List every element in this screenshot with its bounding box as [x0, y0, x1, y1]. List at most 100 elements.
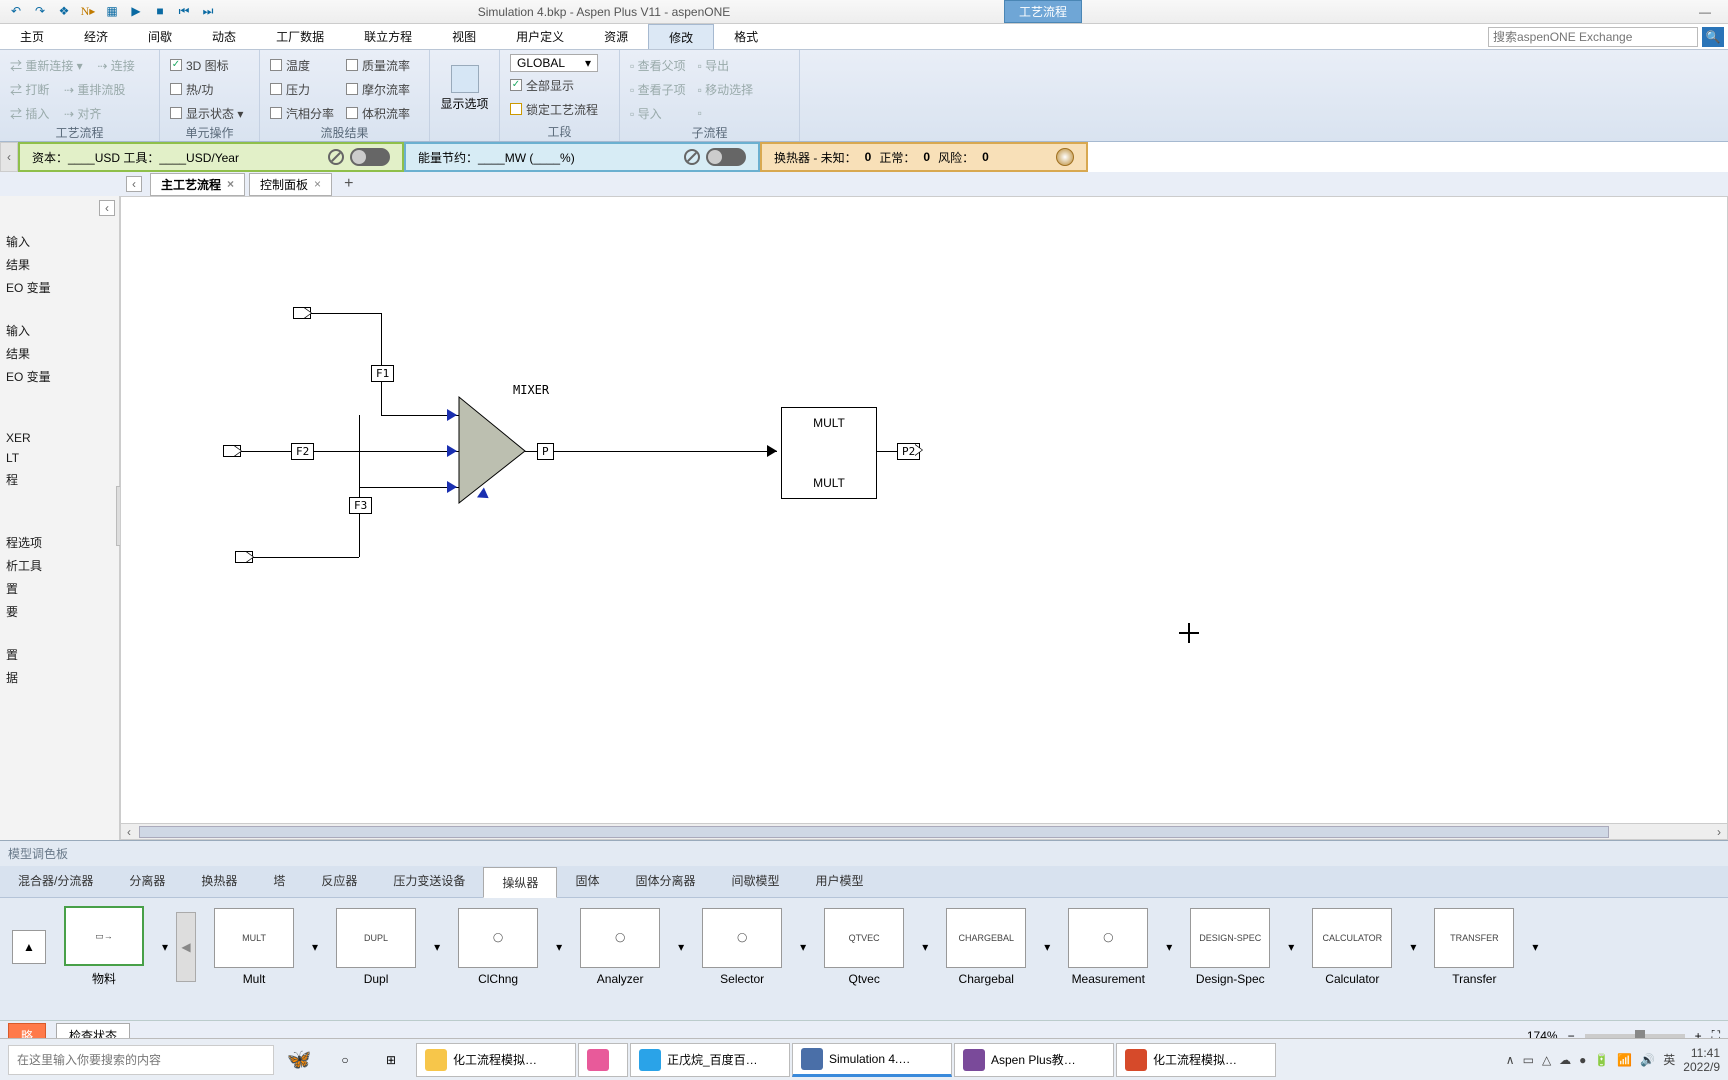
- ribbon-checkbox[interactable]: 汽相分率: [270, 102, 334, 124]
- dropdown-icon[interactable]: ▾: [434, 940, 440, 954]
- collapse-left-icon[interactable]: ‹: [0, 142, 18, 172]
- tray-icon[interactable]: 🔋: [1594, 1053, 1609, 1067]
- taskbar-clock[interactable]: 11:412022/9: [1683, 1046, 1720, 1074]
- taskbar-app[interactable]: 化工流程模拟…: [1116, 1043, 1276, 1077]
- taskbar-app[interactable]: Aspen Plus教…: [954, 1043, 1114, 1077]
- search-button[interactable]: 🔍: [1702, 27, 1724, 47]
- collapse-button[interactable]: ‹: [99, 200, 115, 216]
- collapse-tree-icon[interactable]: ‹: [126, 176, 142, 192]
- ribbon-item[interactable]: ▫ 移动选择: [698, 78, 754, 100]
- document-tab[interactable]: 控制面板×: [249, 173, 332, 196]
- stream-label-f3[interactable]: F3: [349, 497, 372, 514]
- close-icon[interactable]: ×: [314, 177, 321, 191]
- taskbar-app[interactable]: 化工流程模拟…: [416, 1043, 576, 1077]
- tree-item[interactable]: 要: [0, 600, 119, 623]
- system-tray[interactable]: ∧▭△☁●🔋📶🔊英11:412022/9: [1506, 1046, 1720, 1074]
- ribbon-item[interactable]: ▫: [698, 102, 754, 124]
- ribbon-item[interactable]: ⇄ 打断 ⇢ 重排流股: [10, 78, 135, 100]
- minimize-button[interactable]: —: [1682, 5, 1728, 19]
- tray-icon[interactable]: 英: [1663, 1051, 1675, 1068]
- stream-port-in2[interactable]: [223, 445, 241, 457]
- palette-item[interactable]: ◯Selector: [692, 908, 792, 986]
- play-icon[interactable]: ▶: [128, 4, 144, 20]
- taskbar-search[interactable]: 在这里输入你要搜索的内容: [8, 1045, 274, 1075]
- dropdown-icon[interactable]: ▾: [1166, 940, 1172, 954]
- tray-icon[interactable]: ▭: [1523, 1053, 1534, 1067]
- dropdown-icon[interactable]: ▾: [678, 940, 684, 954]
- palette-tab[interactable]: 混合器/分流器: [0, 866, 111, 897]
- ribbon-item[interactable]: ▫ 查看子项: [630, 78, 686, 100]
- dropdown-icon[interactable]: ▾: [922, 940, 928, 954]
- tray-icon[interactable]: ●: [1579, 1053, 1586, 1067]
- palette-tab[interactable]: 分离器: [111, 866, 183, 897]
- ribbon-item[interactable]: ▫ 导入: [630, 102, 686, 124]
- ribbon-item[interactable]: ⇄ 插入 ⇢ 对齐: [10, 102, 135, 124]
- cortana-icon[interactable]: 🦋: [278, 1043, 320, 1077]
- palette-item-material[interactable]: ▭→物料: [54, 906, 154, 987]
- show-all-checkbox[interactable]: 全部显示: [510, 74, 598, 96]
- dropdown-icon[interactable]: ▾: [162, 940, 168, 954]
- dropdown-icon[interactable]: ▾: [1044, 940, 1050, 954]
- stream-port-in1[interactable]: [293, 307, 311, 319]
- taskbar-app[interactable]: [578, 1043, 628, 1077]
- undo-icon[interactable]: ↶: [8, 4, 24, 20]
- taskbar-app[interactable]: Simulation 4.…: [792, 1043, 952, 1077]
- zoom-slider[interactable]: [1585, 1034, 1685, 1038]
- palette-item[interactable]: CHARGEBALChargebal: [936, 908, 1036, 986]
- tree-item[interactable]: LT: [0, 448, 119, 468]
- palette-item[interactable]: DESIGN-SPECDesign-Spec: [1180, 908, 1280, 986]
- tree-item[interactable]: 置: [0, 643, 119, 666]
- menu-tab-5[interactable]: 联立方程: [344, 24, 432, 49]
- palette-tab[interactable]: 固体分离器: [617, 866, 713, 897]
- dropdown-icon[interactable]: ▾: [1410, 940, 1416, 954]
- palette-tab[interactable]: 间歇模型: [713, 866, 797, 897]
- palette-item[interactable]: CALCULATORCalculator: [1302, 908, 1402, 986]
- menu-tab-2[interactable]: 间歇: [128, 24, 192, 49]
- palette-item[interactable]: TRANSFERTransfer: [1424, 908, 1524, 986]
- nav-icon[interactable]: N▸: [80, 4, 96, 20]
- close-icon[interactable]: ×: [227, 177, 234, 191]
- menu-tab-10[interactable]: 格式: [714, 24, 778, 49]
- tree-item[interactable]: 程选项: [0, 531, 119, 554]
- palette-item[interactable]: DUPLDupl: [326, 908, 426, 986]
- ribbon-item[interactable]: ▫ 导出: [698, 54, 754, 76]
- step-icon[interactable]: ⏭: [200, 4, 216, 20]
- palette-tab[interactable]: 换热器: [183, 866, 255, 897]
- stop-icon[interactable]: ■: [152, 4, 168, 20]
- scope-dropdown[interactable]: GLOBAL▾: [510, 54, 598, 72]
- palette-item[interactable]: ◯Analyzer: [570, 908, 670, 986]
- add-tab-button[interactable]: +: [336, 175, 361, 193]
- tree-item[interactable]: 输入: [0, 319, 119, 342]
- tree-item[interactable]: 程: [0, 468, 119, 491]
- tray-icon[interactable]: △: [1542, 1053, 1551, 1067]
- palette-tab[interactable]: 操纵器: [483, 867, 557, 898]
- palette-tab[interactable]: 压力变送设备: [375, 866, 483, 897]
- start-icon[interactable]: ○: [324, 1043, 366, 1077]
- palette-item[interactable]: MULTMult: [204, 908, 304, 986]
- run-icon[interactable]: ▦: [104, 4, 120, 20]
- ribbon-checkbox[interactable]: 压力: [270, 78, 334, 100]
- ribbon-checkbox[interactable]: 3D 图标: [170, 54, 243, 76]
- palette-tab[interactable]: 塔: [255, 866, 303, 897]
- search-input[interactable]: [1488, 27, 1698, 47]
- palette-item[interactable]: QTVECQtvec: [814, 908, 914, 986]
- tree-item[interactable]: 输入: [0, 230, 119, 253]
- lock-flowsheet-checkbox[interactable]: 锁定工艺流程: [510, 98, 598, 120]
- tree-item[interactable]: 结果: [0, 253, 119, 276]
- navigation-tree[interactable]: ‹ 输入结果EO 变量输入结果EO 变量XERLT程程选项析工具置要置据: [0, 196, 120, 840]
- ribbon-checkbox[interactable]: 热/功: [170, 78, 243, 100]
- tree-item[interactable]: 析工具: [0, 554, 119, 577]
- ribbon-checkbox[interactable]: 质量流率: [346, 54, 410, 76]
- tree-item[interactable]: 置: [0, 577, 119, 600]
- menu-tab-4[interactable]: 工厂数据: [256, 24, 344, 49]
- document-tab[interactable]: 主工艺流程×: [150, 173, 245, 196]
- tray-icon[interactable]: 🔊: [1640, 1053, 1655, 1067]
- menu-tab-3[interactable]: 动态: [192, 24, 256, 49]
- ribbon-checkbox[interactable]: 摩尔流率: [346, 78, 410, 100]
- dot-icon[interactable]: [1056, 148, 1074, 166]
- taskview-icon[interactable]: ⊞: [370, 1043, 412, 1077]
- tray-icon[interactable]: ☁: [1559, 1053, 1571, 1067]
- mult-block[interactable]: MULT MULT: [781, 407, 877, 499]
- menu-tab-9[interactable]: 修改: [648, 24, 714, 49]
- tree-item[interactable]: 据: [0, 666, 119, 689]
